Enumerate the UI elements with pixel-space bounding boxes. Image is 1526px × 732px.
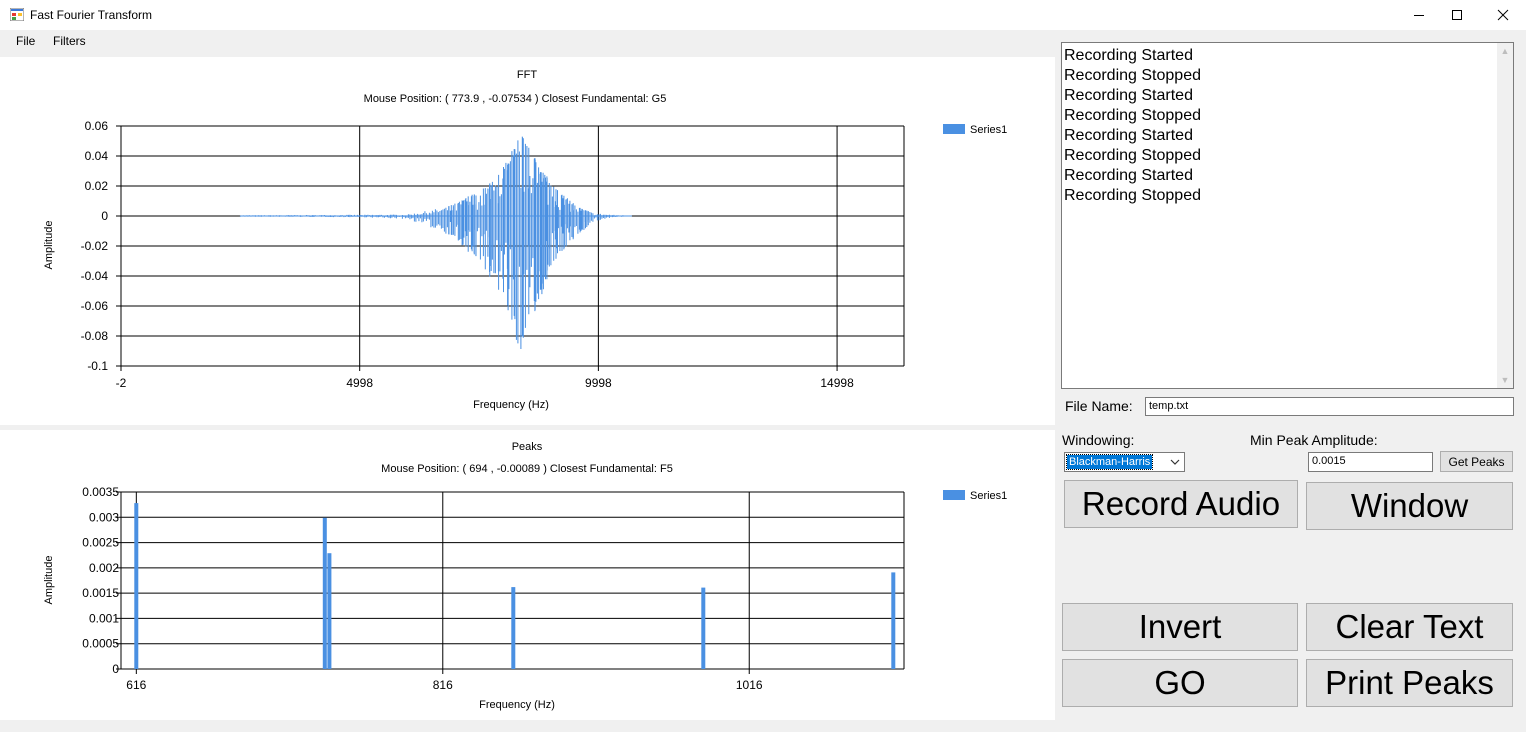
- log-line: Recording Stopped: [1064, 67, 1201, 84]
- fft-y-tick-label: -0.02: [81, 239, 109, 253]
- app-icon: [10, 8, 24, 21]
- peaks-y-tick-label: 0.0015: [82, 586, 119, 600]
- invert-button[interactable]: Invert: [1062, 603, 1298, 651]
- menu-filters[interactable]: Filters: [53, 34, 86, 48]
- log-textbox[interactable]: Recording Started Recording Stopped Record…: [1061, 42, 1514, 389]
- peaks-y-tick-label: 0.0005: [82, 637, 119, 651]
- fft-legend-label: Series1: [970, 124, 1007, 136]
- window-title: Fast Fourier Transform: [30, 8, 153, 22]
- fft-y-tick-label: -0.04: [81, 269, 109, 283]
- peaks-x-tick-label: 616: [126, 678, 146, 692]
- peaks-x-tick-label: 1016: [736, 678, 763, 692]
- fft-y-tick-label: -0.1: [87, 359, 108, 373]
- fft-x-tick-label: 4998: [346, 376, 373, 390]
- peaks-bar: [327, 553, 332, 669]
- get-peaks-button[interactable]: Get Peaks: [1440, 451, 1513, 472]
- windowing-select[interactable]: Blackman-Harris: [1064, 452, 1185, 472]
- peaks-y-tick-label: 0.002: [89, 561, 119, 575]
- windowing-label: Windowing:: [1062, 432, 1135, 448]
- window-button[interactable]: Window: [1306, 482, 1513, 530]
- fft-chart: FFT Mouse Position: ( 773.9 , -0.07534 )…: [43, 69, 1007, 411]
- fft-y-tick-label: 0.04: [85, 149, 109, 163]
- fft-y-tick-label: 0: [101, 209, 108, 223]
- log-line: Recording Stopped: [1064, 187, 1201, 204]
- peaks-bar: [511, 587, 516, 669]
- close-button[interactable]: [1480, 0, 1526, 30]
- file-name-label: File Name:: [1065, 398, 1133, 414]
- file-name-input[interactable]: temp.txt: [1145, 397, 1514, 416]
- minimize-icon: [1414, 15, 1424, 16]
- fft-x-tick-label: -2: [116, 376, 127, 390]
- fft-series-line: [239, 136, 631, 349]
- log-line: Recording Started: [1064, 47, 1193, 64]
- fft-legend-swatch: [943, 124, 965, 134]
- min-peak-label: Min Peak Amplitude:: [1250, 432, 1378, 448]
- log-line: Recording Stopped: [1064, 107, 1201, 124]
- min-peak-input[interactable]: 0.0015: [1308, 452, 1433, 472]
- log-line: Recording Started: [1064, 127, 1193, 144]
- peaks-bar: [701, 587, 706, 669]
- peaks-legend-swatch: [943, 490, 965, 500]
- fft-chart-panel[interactable]: FFT Mouse Position: ( 773.9 , -0.07534 )…: [0, 57, 1055, 425]
- fft-y-axis-label: Amplitude: [43, 221, 55, 270]
- go-button[interactable]: GO: [1062, 659, 1298, 707]
- title-bar: Fast Fourier Transform: [0, 0, 1526, 30]
- peaks-chart-panel[interactable]: Peaks Mouse Position: ( 694 , -0.00089 )…: [0, 430, 1055, 720]
- scroll-up-icon[interactable]: ▲: [1497, 43, 1513, 59]
- fft-x-tick-label: 14998: [820, 376, 854, 390]
- record-audio-button[interactable]: Record Audio: [1064, 480, 1298, 528]
- peaks-bar: [322, 517, 327, 669]
- log-lines: Recording Started Recording Stopped Record…: [1064, 46, 1201, 206]
- peaks-chart-title: Peaks: [512, 441, 543, 453]
- log-line: Recording Started: [1064, 167, 1193, 184]
- peaks-mouse-position: Mouse Position: ( 694 , -0.00089 ) Close…: [381, 463, 673, 475]
- fft-chart-title: FFT: [517, 69, 537, 81]
- maximize-icon: [1452, 10, 1462, 20]
- menu-file[interactable]: File: [16, 34, 35, 48]
- scroll-down-icon[interactable]: ▼: [1497, 372, 1513, 388]
- menu-bar: File Filters: [0, 30, 1058, 54]
- chevron-down-icon: [1170, 459, 1180, 465]
- peaks-chart: Peaks Mouse Position: ( 694 , -0.00089 )…: [43, 441, 1007, 711]
- maximize-button[interactable]: [1434, 0, 1480, 30]
- log-line: Recording Started: [1064, 87, 1193, 104]
- peaks-y-tick-label: 0: [112, 662, 119, 676]
- peaks-y-tick-label: 0.0025: [82, 536, 119, 550]
- peaks-y-tick-label: 0.001: [89, 611, 119, 625]
- peaks-x-axis-label: Frequency (Hz): [479, 699, 555, 711]
- fft-x-tick-label: 9998: [585, 376, 612, 390]
- print-peaks-button[interactable]: Print Peaks: [1306, 659, 1513, 707]
- fft-y-tick-label: 0.02: [85, 179, 109, 193]
- fft-x-axis-label: Frequency (Hz): [473, 399, 549, 411]
- log-scrollbar[interactable]: ▲ ▼: [1497, 43, 1513, 388]
- fft-y-tick-label: 0.06: [85, 119, 109, 133]
- peaks-y-tick-label: 0.003: [89, 510, 119, 524]
- log-line: Recording Stopped: [1064, 147, 1201, 164]
- peaks-y-tick-label: 0.0035: [82, 485, 119, 499]
- clear-text-button[interactable]: Clear Text: [1306, 603, 1513, 651]
- fft-y-tick-label: -0.08: [81, 329, 109, 343]
- fft-y-tick-label: -0.06: [81, 299, 109, 313]
- close-icon: [1497, 9, 1509, 21]
- peaks-bar: [891, 572, 896, 669]
- peaks-y-axis-label: Amplitude: [43, 556, 55, 605]
- peaks-x-tick-label: 816: [433, 678, 453, 692]
- windowing-selected-value: Blackman-Harris: [1065, 454, 1154, 470]
- peaks-bar: [134, 503, 139, 669]
- fft-mouse-position: Mouse Position: ( 773.9 , -0.07534 ) Clo…: [364, 93, 667, 105]
- peaks-legend-label: Series1: [970, 490, 1007, 502]
